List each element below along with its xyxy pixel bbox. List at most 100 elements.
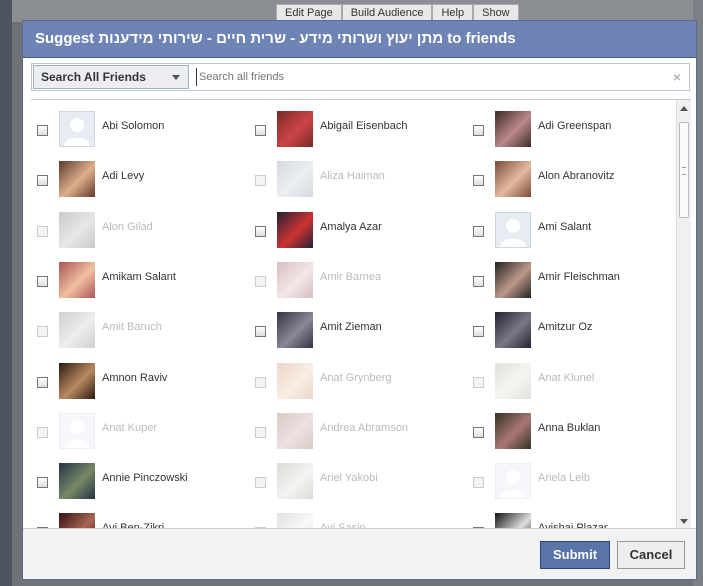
friend-checkbox — [37, 326, 48, 338]
friend-item[interactable]: Amir Fleischman — [467, 259, 679, 299]
friend-checkbox — [255, 376, 266, 388]
friend-name: Ariel Yakobi — [320, 472, 378, 485]
friend-item[interactable]: Abigail Eisenbach — [249, 108, 461, 148]
scroll-thumb[interactable] — [679, 122, 689, 218]
default-avatar-icon — [495, 211, 531, 248]
close-icon[interactable]: × — [673, 69, 681, 85]
avatar — [495, 362, 531, 399]
friend-name: Adi Levy — [102, 170, 145, 183]
friend-item[interactable]: Anat Grynberg — [249, 360, 461, 400]
friend-name: Amnon Raviv — [102, 371, 168, 384]
friend-item[interactable]: Amnon Raviv — [31, 360, 243, 400]
friend-checkbox — [473, 477, 484, 489]
friend-checkbox[interactable] — [255, 326, 266, 338]
friend-item[interactable]: Ami Salant — [467, 209, 679, 249]
friend-checkbox[interactable] — [37, 125, 48, 136]
friends-filter-label: Search All Friends — [41, 70, 146, 84]
friend-checkbox[interactable] — [473, 225, 484, 237]
friend-item[interactable]: Alon Gilad — [31, 209, 243, 249]
friend-checkbox[interactable] — [473, 426, 484, 438]
friend-name: Abi Solomon — [102, 120, 165, 132]
suggest-friends-dialog: Suggest מתן יעוץ ושרותי מידע - שרית חיים… — [22, 20, 697, 580]
friend-checkbox — [473, 376, 484, 388]
friend-item[interactable]: Andrea Abramson — [249, 410, 461, 450]
friend-name: Anat Kuper — [102, 421, 158, 434]
friend-item[interactable]: Anna Buklan — [467, 410, 679, 450]
friend-item[interactable]: Anat Klunel — [467, 360, 679, 400]
avatar — [495, 161, 531, 198]
scroll-down-icon[interactable] — [680, 519, 688, 524]
avatar — [277, 312, 313, 349]
friend-item[interactable]: Aliza Haiman — [249, 158, 461, 198]
friend-checkbox[interactable] — [473, 275, 484, 287]
chevron-down-icon — [172, 75, 180, 80]
friends-list: Abi Solomon Abigail Eisenbach Adi Greenspa… — [31, 99, 691, 530]
scroll-up-icon[interactable] — [680, 106, 688, 111]
friend-item[interactable]: Amit Zieman — [249, 309, 461, 349]
friend-checkbox — [37, 426, 48, 438]
search-bar: Search All Friends × — [31, 63, 690, 91]
friend-name: Amikam Salant — [102, 270, 176, 283]
friend-name: Amitzur Oz — [538, 321, 593, 334]
friend-name: Amit Zieman — [320, 321, 382, 334]
scrollbar[interactable] — [676, 100, 691, 530]
default-avatar-icon — [495, 463, 531, 500]
friend-item[interactable]: Ariel Yakobi — [249, 460, 461, 500]
avatar — [59, 261, 95, 298]
friend-item[interactable]: Amalya Azar — [249, 209, 461, 249]
friend-item[interactable]: Abi Solomon — [31, 108, 243, 148]
friend-checkbox[interactable] — [473, 175, 484, 187]
friend-item[interactable]: Amikam Salant — [31, 259, 243, 299]
avatar — [277, 412, 313, 449]
default-avatar-icon — [59, 111, 95, 147]
friend-item[interactable]: Anat Kuper — [31, 410, 243, 450]
friend-item[interactable]: Amit Baruch — [31, 309, 243, 349]
friend-checkbox — [255, 477, 266, 489]
avatar — [277, 463, 313, 500]
avatar — [495, 111, 531, 147]
friend-name: Alon Gilad — [102, 220, 153, 233]
friend-name: Aliza Haiman — [320, 170, 385, 183]
friend-name: Alon Abranovitz — [538, 170, 615, 183]
friend-name: Amir Barnea — [320, 270, 382, 283]
friend-item[interactable]: Alon Abranovitz — [467, 158, 679, 198]
avatar — [59, 211, 95, 248]
avatar — [59, 161, 95, 198]
friend-checkbox[interactable] — [473, 125, 484, 136]
background-page-left — [0, 0, 12, 586]
friend-name: Adi Greenspan — [538, 120, 612, 132]
friend-name: Amit Baruch — [102, 321, 162, 334]
friend-name: Anat Klunel — [538, 371, 595, 384]
friend-checkbox[interactable] — [37, 376, 48, 388]
search-input[interactable] — [196, 68, 659, 86]
friend-item[interactable]: Adi Levy — [31, 158, 243, 198]
friend-name: Annie Pinczowski — [102, 472, 188, 485]
friend-checkbox[interactable] — [37, 275, 48, 287]
submit-button[interactable]: Submit — [540, 541, 610, 569]
friend-name: Anna Buklan — [538, 421, 601, 434]
friends-filter-dropdown[interactable]: Search All Friends — [33, 65, 189, 89]
avatar — [495, 312, 531, 349]
friend-name: Ami Salant — [538, 220, 592, 233]
friend-checkbox[interactable] — [37, 477, 48, 489]
friend-checkbox[interactable] — [255, 225, 266, 237]
friend-checkbox — [255, 426, 266, 438]
friend-checkbox[interactable] — [473, 326, 484, 338]
friend-item[interactable]: Annie Pinczowski — [31, 460, 243, 500]
friend-checkbox[interactable] — [37, 175, 48, 187]
avatar — [59, 312, 95, 349]
friend-checkbox — [37, 225, 48, 237]
avatar — [277, 111, 313, 147]
avatar — [277, 161, 313, 198]
friend-item[interactable]: Adi Greenspan — [467, 108, 679, 148]
avatar — [495, 412, 531, 449]
friend-checkbox[interactable] — [255, 125, 266, 136]
friend-item[interactable]: Ariela Leib — [467, 460, 679, 500]
avatar — [59, 362, 95, 399]
cancel-button[interactable]: Cancel — [617, 541, 685, 569]
grip-icon — [682, 167, 686, 175]
avatar — [277, 211, 313, 248]
friend-item[interactable]: Amitzur Oz — [467, 309, 679, 349]
dialog-title: Suggest מתן יעוץ ושרותי מידע - שרית חיים… — [23, 21, 696, 58]
friend-item[interactable]: Amir Barnea — [249, 259, 461, 299]
